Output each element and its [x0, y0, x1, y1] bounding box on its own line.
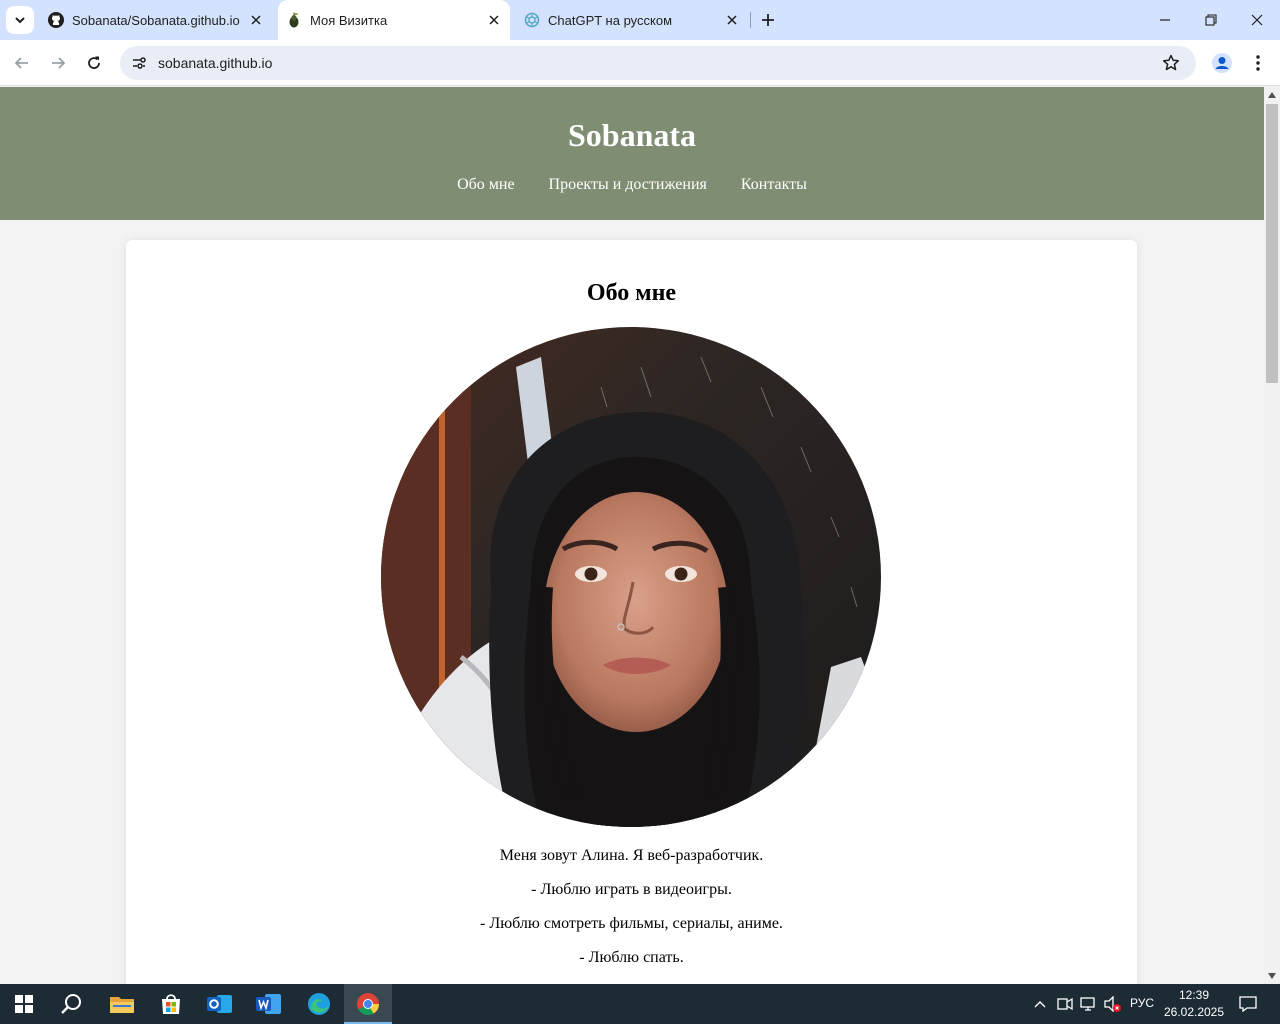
site-title: Sobanata	[567, 117, 697, 153]
close-icon[interactable]	[246, 10, 266, 30]
close-icon	[1251, 14, 1263, 26]
minimize-button[interactable]	[1142, 0, 1188, 40]
browser-menu-button[interactable]	[1246, 49, 1270, 77]
github-icon	[48, 12, 64, 28]
scroll-up-arrow-icon[interactable]	[1264, 87, 1280, 103]
tab-chatgpt[interactable]: ChatGPT на русском	[516, 0, 748, 40]
chatgpt-icon	[524, 12, 540, 28]
about-line: - Люблю смотреть фильмы, сериалы, аниме.	[480, 915, 783, 932]
taskbar-edge[interactable]	[295, 984, 343, 1024]
page-viewport: Sobanata Обо мне Проекты и достижения Ко…	[0, 87, 1264, 984]
about-card: Обо мне Меня зовут Алина. Я веб-разработ…	[126, 240, 1137, 984]
tab-vizitka[interactable]: Моя Визитка	[278, 0, 510, 40]
new-tab-button[interactable]	[754, 6, 782, 34]
arrow-right-icon	[52, 57, 66, 69]
input-language[interactable]: РУС	[1130, 996, 1154, 1010]
restore-button[interactable]	[1188, 0, 1234, 40]
volume-muted-icon[interactable]	[1102, 994, 1122, 1014]
browser-toolbar: sobanata.github.io	[0, 40, 1280, 86]
start-icon	[15, 995, 33, 1013]
forward-button[interactable]	[43, 48, 73, 78]
url-text[interactable]: sobanata.github.io	[158, 55, 1154, 71]
tab-title: ChatGPT на русском	[548, 12, 673, 28]
start-button[interactable]	[0, 984, 48, 1024]
profile-photo	[381, 327, 881, 827]
tab-separator	[750, 12, 751, 28]
close-window-button[interactable]	[1234, 0, 1280, 40]
arrow-left-icon	[14, 57, 28, 69]
about-line: Меня зовут Алина. Я веб-разработчик.	[499, 847, 764, 864]
avatar-icon	[1212, 53, 1232, 73]
address-bar[interactable]: sobanata.github.io	[120, 46, 1196, 80]
nav-link-contacts[interactable]: Контакты	[741, 176, 807, 194]
taskbar-word[interactable]	[245, 984, 293, 1024]
about-line: - Люблю играть в видеоигры.	[531, 881, 732, 898]
site-header: Sobanata Обо мне Проекты и достижения Ко…	[0, 87, 1264, 220]
profile-button[interactable]	[1208, 49, 1236, 77]
about-text: Меня зовут Алина. Я веб-разработчик. - Л…	[126, 847, 1137, 983]
search-icon	[61, 994, 81, 1014]
site-nav: Обо мне Проекты и достижения Контакты	[0, 176, 1264, 194]
reload-button[interactable]	[79, 48, 109, 78]
taskbar-chrome[interactable]	[344, 984, 392, 1024]
store-icon	[162, 994, 180, 1014]
nav-link-projects[interactable]: Проекты и достижения	[549, 176, 707, 194]
network-icon[interactable]	[1079, 994, 1099, 1014]
scroll-thumb[interactable]	[1266, 104, 1278, 383]
tab-title: Моя Визитка	[310, 12, 388, 28]
chrome-icon	[357, 993, 379, 1015]
word-icon	[256, 994, 281, 1014]
clock[interactable]: 12:39 26.02.2025	[1160, 987, 1228, 1021]
more-vertical-icon	[1256, 55, 1260, 71]
plus-icon	[762, 14, 774, 26]
tab-title: Sobanata/Sobanata.github.io	[72, 12, 240, 28]
taskbar-outlook[interactable]	[196, 984, 244, 1024]
meet-now-icon[interactable]	[1055, 994, 1075, 1014]
scroll-down-arrow-icon[interactable]	[1264, 968, 1280, 984]
windows-taskbar: РУС 12:39 26.02.2025	[0, 984, 1280, 1024]
restore-icon	[1205, 14, 1217, 26]
tab-strip: Sobanata/Sobanata.github.io Моя Визитка …	[0, 0, 1280, 40]
outlook-icon	[207, 995, 232, 1013]
tab-search-button[interactable]	[6, 6, 34, 34]
chevron-down-icon	[15, 17, 25, 24]
close-icon[interactable]	[484, 10, 504, 30]
clock-time: 12:39	[1178, 988, 1210, 1002]
edge-icon	[308, 993, 330, 1015]
section-title: Обо мне	[586, 280, 677, 306]
reload-icon	[88, 56, 100, 69]
chevron-up-icon[interactable]	[1030, 994, 1050, 1014]
taskbar-store[interactable]	[147, 984, 195, 1024]
site-info-icon[interactable]	[122, 46, 156, 80]
about-line: - Люблю спать.	[579, 949, 684, 966]
taskbar-file-explorer[interactable]	[98, 984, 146, 1024]
minimize-icon	[1160, 19, 1170, 21]
back-button[interactable]	[7, 48, 37, 78]
tab-github[interactable]: Sobanata/Sobanata.github.io	[40, 0, 272, 40]
bookmark-star-icon[interactable]	[1154, 46, 1188, 80]
pear-icon	[286, 12, 302, 28]
clock-date: 26.02.2025	[1163, 1005, 1225, 1019]
nav-link-about[interactable]: Обо мне	[457, 176, 514, 194]
close-icon[interactable]	[722, 10, 742, 30]
page-scrollbar[interactable]	[1264, 87, 1280, 984]
notifications-icon[interactable]	[1238, 994, 1258, 1014]
file-explorer-icon	[110, 997, 134, 1013]
taskbar-search-button[interactable]	[48, 984, 96, 1024]
